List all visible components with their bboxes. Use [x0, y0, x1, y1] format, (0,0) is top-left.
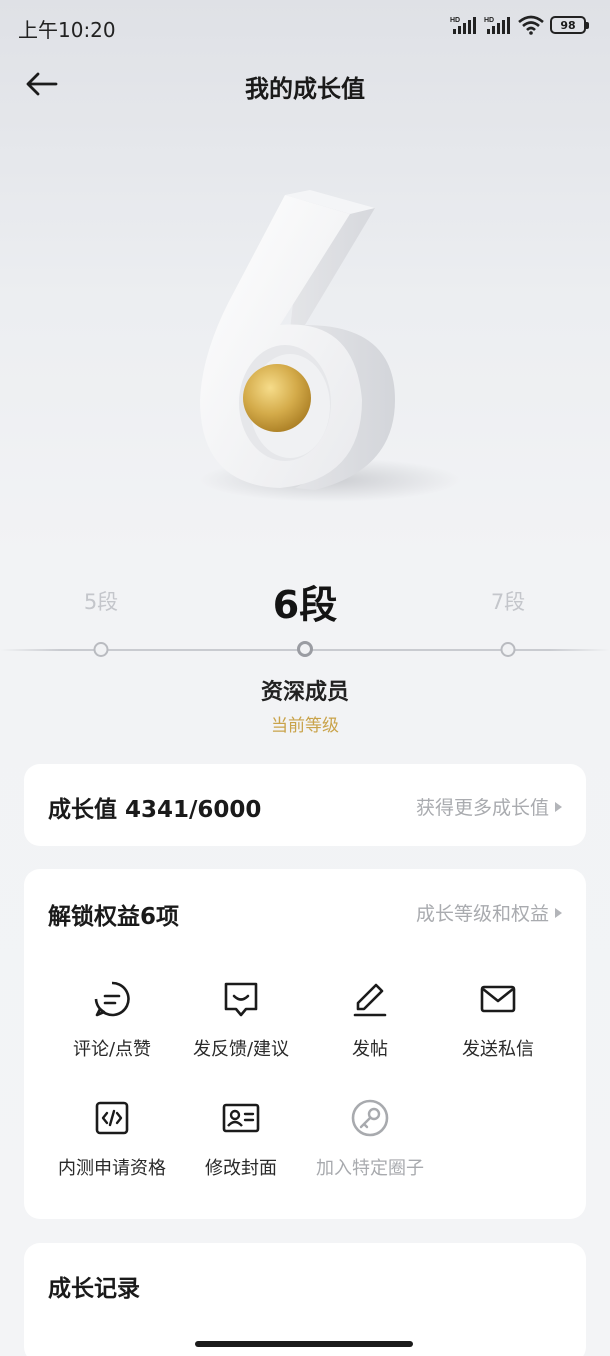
right-label: 发送私信: [462, 1039, 534, 1060]
level-emblem: [130, 150, 480, 540]
svg-text:HD: HD: [450, 17, 460, 24]
status-icons: HD HD 98: [450, 15, 589, 35]
right-private-message[interactable]: 发送私信: [432, 979, 564, 1061]
current-level-note: 当前等级: [271, 716, 339, 736]
growth-card: 成长值 4341/6000 获得更多成长值: [24, 764, 586, 846]
right-beta-apply[interactable]: 内测申请资格: [46, 1098, 178, 1180]
right-edit-cover[interactable]: 修改封面: [175, 1098, 307, 1180]
level-dot: [500, 642, 516, 657]
right-join-circle[interactable]: 加入特定圈子: [304, 1098, 436, 1180]
signal-icon: HD: [484, 17, 510, 34]
rights-link-label: 成长等级和权益: [415, 903, 549, 925]
growth-record-title: 成长记录: [48, 1276, 140, 1302]
level-dot-current: [297, 641, 313, 657]
right-label: 评论/点赞: [72, 1039, 152, 1060]
triangle-right-icon: [555, 907, 562, 918]
right-label: 发反馈/建议: [192, 1039, 290, 1060]
growth-record-card[interactable]: 成长记录: [24, 1243, 586, 1356]
level-prev[interactable]: 5段: [84, 586, 118, 616]
level-current: 6段: [272, 583, 338, 627]
level-selector: 5段 6段 7段: [0, 570, 610, 630]
signal-icon: HD: [450, 17, 476, 34]
level-dot: [93, 642, 109, 657]
svg-text:HD: HD: [484, 17, 494, 24]
wifi-icon: [518, 15, 544, 35]
comment-icon: [94, 981, 130, 1017]
growth-value: 成长值 4341/6000: [48, 797, 262, 823]
rights-card: 解锁权益6项 成长等级和权益 评论/点赞 发反馈/建议 发帖 发送私信 内测申请…: [24, 869, 586, 1219]
triangle-right-icon: [555, 801, 562, 812]
right-comment-like[interactable]: 评论/点赞: [46, 979, 178, 1061]
level-next[interactable]: 7段: [491, 586, 525, 616]
home-indicator[interactable]: [195, 1341, 413, 1347]
right-feedback[interactable]: 发反馈/建议: [175, 979, 307, 1061]
rights-link[interactable]: 成长等级和权益: [416, 899, 562, 926]
page-title: 我的成长值: [245, 75, 365, 103]
status-time: 上午10:20: [18, 18, 116, 42]
get-more-growth-label: 获得更多成长值: [415, 797, 549, 819]
key-icon: [351, 1099, 389, 1137]
status-bar: 上午10:20 HD HD 98: [0, 0, 610, 54]
feedback-icon: [224, 982, 258, 1017]
rights-title: 解锁权益6项: [48, 904, 180, 930]
right-label: 内测申请资格: [58, 1158, 166, 1179]
id-card-icon: [222, 1103, 260, 1133]
get-more-growth-link[interactable]: 获得更多成长值: [416, 793, 562, 820]
member-title: 资深成员: [260, 680, 349, 705]
gold-ball: [243, 364, 311, 432]
right-label: 发帖: [352, 1039, 388, 1060]
right-label: 修改封面: [205, 1158, 277, 1179]
right-label: 加入特定圈子: [316, 1158, 424, 1179]
code-icon: [95, 1101, 129, 1135]
mail-icon: [480, 985, 516, 1013]
battery-icon: 98: [550, 16, 589, 34]
right-post[interactable]: 发帖: [304, 979, 436, 1061]
battery-level: 98: [560, 18, 576, 32]
pen-icon: [353, 983, 387, 1017]
nav-bar: 我的成长值: [0, 58, 610, 112]
